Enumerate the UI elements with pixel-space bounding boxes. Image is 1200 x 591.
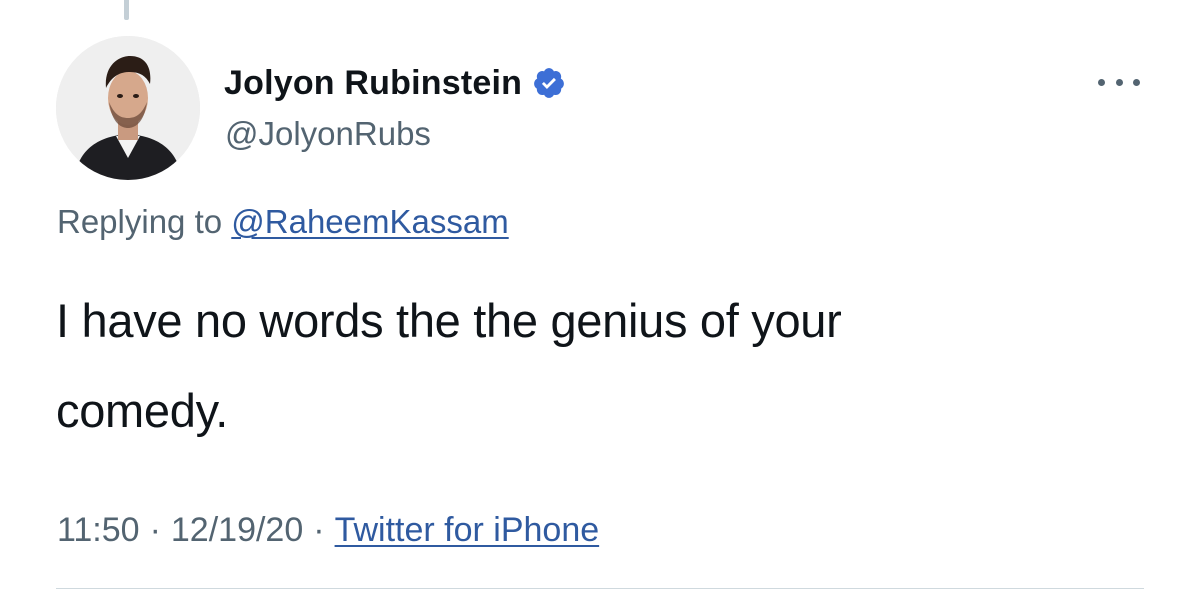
more-dot-icon bbox=[1115, 78, 1123, 86]
replying-to-handle-link[interactable]: @RaheemKassam bbox=[231, 203, 508, 240]
profile-photo-icon bbox=[56, 36, 200, 180]
tweet-text-line-2: comedy. bbox=[56, 384, 229, 437]
replying-to-label: Replying to bbox=[57, 203, 232, 240]
more-options-button[interactable] bbox=[1098, 70, 1140, 94]
tweet-metadata: 11:50 · 12/19/20 · Twitter for iPhone bbox=[57, 506, 599, 554]
tweet-body: I have no words the the genius of your c… bbox=[56, 276, 1136, 456]
tweet-source-link[interactable]: Twitter for iPhone bbox=[335, 511, 600, 549]
author-name-row[interactable]: Jolyon Rubinstein bbox=[224, 60, 566, 106]
more-dot-icon bbox=[1133, 78, 1140, 86]
tweet-date[interactable]: 12/19/20 bbox=[171, 511, 303, 549]
author-handle[interactable]: @JolyonRubs bbox=[225, 112, 431, 156]
tweet-text-line-1: I have no words the the genius of your bbox=[56, 294, 842, 347]
meta-separator: · bbox=[313, 511, 325, 549]
verified-badge-icon bbox=[532, 66, 566, 100]
avatar[interactable] bbox=[56, 36, 200, 180]
author-display-name[interactable]: Jolyon Rubinstein bbox=[224, 60, 522, 106]
more-dot-icon bbox=[1098, 78, 1105, 86]
tweet-time[interactable]: 11:50 bbox=[57, 511, 140, 549]
meta-separator: · bbox=[149, 511, 161, 549]
divider bbox=[56, 588, 1144, 589]
thread-connector-line bbox=[124, 0, 129, 20]
replying-to-line: Replying to @RaheemKassam bbox=[57, 199, 509, 245]
